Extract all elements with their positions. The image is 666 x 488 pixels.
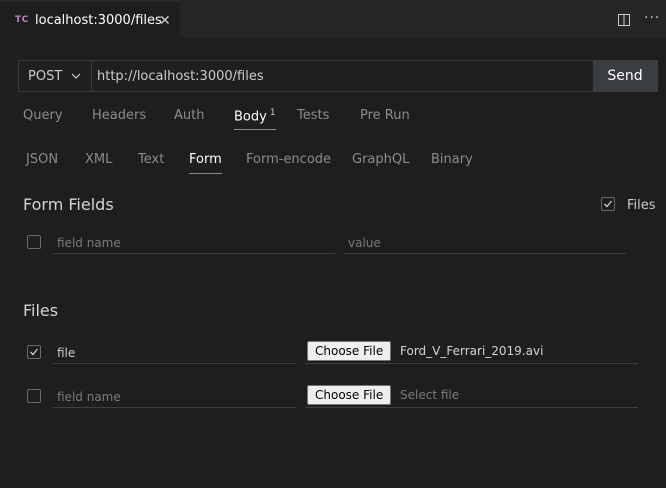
select-file-placeholder: Select file (400, 388, 460, 402)
check-icon (604, 200, 613, 208)
files-toggle-checkbox[interactable] (601, 197, 615, 211)
tab-body[interactable]: Body 1 (234, 108, 276, 131)
choose-file-button[interactable]: Choose File (307, 341, 392, 361)
file-field-name-input[interactable] (53, 343, 304, 363)
file-row-checkbox[interactable] (27, 389, 41, 403)
files-title: Files (23, 301, 59, 320)
request-tabs: Query Headers Auth Body 1 Tests Pre Run (0, 108, 666, 132)
tab-auth[interactable]: Auth (174, 108, 204, 123)
tab-text[interactable]: Text (138, 152, 164, 167)
form-field-value-field[interactable] (344, 232, 634, 254)
chevron-down-icon (71, 73, 81, 79)
file-field-name-field[interactable] (53, 386, 304, 408)
close-icon[interactable]: ✕ (159, 13, 171, 29)
method-label: POST (28, 69, 63, 84)
tab-pre-run[interactable]: Pre Run (360, 108, 410, 123)
form-field-value-input[interactable] (344, 233, 634, 253)
send-button[interactable]: Send (593, 61, 657, 91)
tab-form-encode[interactable]: Form-encode (246, 152, 331, 167)
form-field-checkbox[interactable] (27, 235, 41, 249)
more-actions-icon[interactable]: ··· (644, 10, 660, 26)
tab-form[interactable]: Form (189, 152, 222, 174)
form-field-name-input[interactable] (53, 233, 343, 253)
tab-query[interactable]: Query (23, 108, 63, 123)
file-row-checkbox[interactable] (27, 345, 41, 359)
url-input[interactable] (93, 61, 601, 91)
editor-tab[interactable]: TC localhost:3000/files ✕ (0, 0, 180, 38)
body-type-tabs: JSON XML Text Form Form-encode GraphQL B… (0, 152, 666, 176)
url-bar: POST Send (18, 60, 658, 92)
tab-json[interactable]: JSON (26, 152, 58, 167)
tab-body-label: Body (234, 109, 267, 125)
tab-xml[interactable]: XML (85, 152, 112, 167)
tab-headers[interactable]: Headers (92, 108, 146, 123)
form-fields-title: Form Fields (23, 195, 114, 214)
thunder-client-logo-icon: TC (15, 15, 29, 25)
tab-tests[interactable]: Tests (297, 108, 329, 123)
body-count-badge: 1 (269, 108, 276, 118)
selected-file-name: Ford_V_Ferrari_2019.avi (400, 344, 544, 358)
method-select[interactable]: POST (19, 61, 92, 91)
check-icon (30, 348, 39, 356)
tab-graphql[interactable]: GraphQL (352, 152, 409, 167)
tab-title: localhost:3000/files (35, 13, 162, 28)
file-field-name-field[interactable] (53, 342, 304, 364)
file-field-name-input[interactable] (53, 387, 304, 407)
tab-binary[interactable]: Binary (431, 152, 473, 167)
choose-file-button[interactable]: Choose File (307, 385, 392, 405)
form-field-name-field[interactable] (53, 232, 343, 254)
files-toggle-label: Files (627, 198, 656, 213)
split-editor-icon[interactable] (618, 14, 630, 26)
editor-tab-bar: TC localhost:3000/files ✕ ··· (0, 0, 666, 38)
